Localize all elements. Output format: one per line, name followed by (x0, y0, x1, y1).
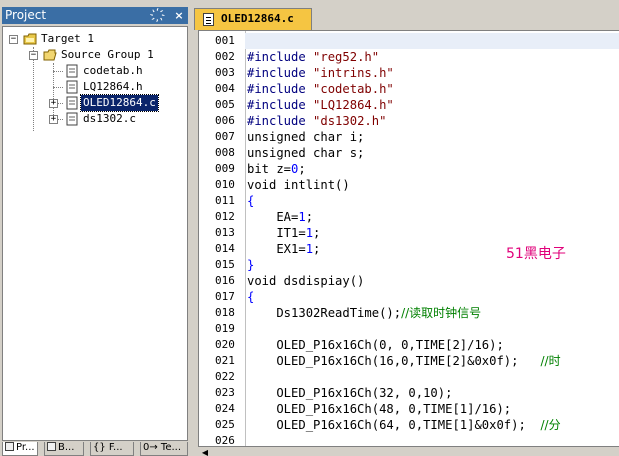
editor-area: OLED12864.c 001 002 003 004 005 006 007 … (190, 0, 619, 456)
code-line: void intlint() (247, 178, 350, 192)
line-number: 019 (215, 322, 235, 335)
expand-icon[interactable]: + (49, 99, 58, 108)
books-tab-icon (47, 442, 56, 451)
tree-label: LQ12864.h (83, 80, 143, 93)
code-line: OLED_P16x16Ch(32, 0,10); (247, 386, 453, 400)
project-title: Project (5, 8, 47, 22)
code-line: IT1=1; (247, 226, 321, 240)
document-icon (203, 13, 214, 26)
project-tree: − Target 1 − Source Group 1 codetab.h LQ… (2, 26, 188, 441)
tree-item-source-group[interactable]: − Source Group 1 (3, 47, 183, 63)
code-line: unsigned char i; (247, 130, 365, 144)
tree-item-file[interactable]: codetab.h (3, 63, 183, 79)
line-number: 018 (215, 306, 235, 319)
tree-item-file[interactable]: + ds1302.c (3, 111, 183, 127)
code-line: #include "LQ12864.h" (247, 98, 394, 112)
line-number: 007 (215, 130, 235, 143)
code-line: unsigned char s; (247, 146, 365, 160)
line-number: 014 (215, 242, 235, 255)
code-line: OLED_P16x16Ch(16,0,TIME[2]&0x0f); //时 (247, 354, 561, 368)
line-number: 021 (215, 354, 235, 367)
tree-item-file-selected[interactable]: + OLED12864.c (3, 94, 183, 112)
code-line: #include "ds1302.h" (247, 114, 387, 128)
gutter-divider (245, 31, 246, 446)
file-tab-title: OLED12864.c (221, 12, 294, 25)
tree-label: ds1302.c (83, 112, 136, 125)
tree-label: Source Group 1 (61, 48, 154, 61)
file-icon (66, 80, 78, 94)
project-panel: Project ҉ × − Target 1 − Source Group 1 (0, 0, 190, 456)
line-number: 009 (215, 162, 235, 175)
code-line: EA=1; (247, 210, 314, 224)
line-number: 001 (215, 34, 235, 47)
tree-label: codetab.h (83, 64, 143, 77)
current-line-highlight (245, 33, 619, 49)
code-line: } (247, 258, 255, 272)
line-number: 024 (215, 402, 235, 415)
code-line: Ds1302ReadTime();//读取时钟信号 (247, 306, 482, 320)
line-number: 020 (215, 338, 235, 351)
target-folder-icon (23, 33, 37, 45)
collapse-icon[interactable]: − (29, 51, 38, 60)
file-tab-oled12864[interactable]: OLED12864.c (194, 8, 312, 30)
file-icon (66, 64, 78, 78)
line-number: 012 (215, 210, 235, 223)
tab-project[interactable]: Pr... (2, 442, 38, 456)
code-editor[interactable]: 001 002 003 004 005 006 007 008 009 010 … (198, 30, 619, 446)
code-line: OLED_P16x16Ch(0, 0,TIME[2]/16); (247, 338, 504, 352)
tree-item-target[interactable]: − Target 1 (3, 31, 183, 47)
code-line: #include "intrins.h" (247, 66, 394, 80)
line-number: 025 (215, 418, 235, 431)
line-number: 008 (215, 146, 235, 159)
line-number: 017 (215, 290, 235, 303)
tab-templates[interactable]: 0→ Te... (140, 442, 188, 456)
tree-label: Target 1 (41, 32, 94, 45)
project-bottom-tabs: Pr... B... {} F... 0→ Te... (0, 441, 190, 456)
file-icon (66, 112, 78, 126)
close-icon[interactable]: × (172, 7, 186, 24)
tree-item-file[interactable]: LQ12864.h (3, 79, 183, 95)
code-line: bit z=0; (247, 162, 306, 176)
file-icon (66, 96, 78, 110)
pin-icon[interactable]: ҉ (156, 7, 170, 24)
line-number: 004 (215, 82, 235, 95)
expand-icon[interactable]: + (49, 115, 58, 124)
horizontal-scrollbar[interactable]: ◀ (198, 446, 619, 456)
line-number: 011 (215, 194, 235, 207)
line-number: 013 (215, 226, 235, 239)
line-number: 006 (215, 114, 235, 127)
project-titlebar: Project ҉ × (2, 7, 188, 24)
line-number: 016 (215, 274, 235, 287)
tab-functions[interactable]: {} F... (90, 442, 134, 456)
code-line: { (247, 194, 255, 208)
code-line: OLED_P16x16Ch(64, 0,TIME[1]&0x0f); //分 (247, 418, 561, 432)
collapse-icon[interactable]: − (9, 35, 18, 44)
code-line: #include "codetab.h" (247, 82, 394, 96)
line-number: 026 (215, 434, 235, 446)
project-tab-icon (5, 442, 14, 451)
line-number: 010 (215, 178, 235, 191)
scroll-left-icon[interactable]: ◀ (200, 448, 210, 456)
open-folder-icon (43, 49, 57, 61)
code-line: void dsdispiay() (247, 274, 365, 288)
line-number: 023 (215, 386, 235, 399)
line-number: 015 (215, 258, 235, 271)
line-number: 005 (215, 98, 235, 111)
watermark-text: 51黑电子 (506, 246, 566, 262)
code-line: #include "reg52.h" (247, 50, 380, 64)
line-number: 003 (215, 66, 235, 79)
tab-books[interactable]: B... (44, 442, 84, 456)
line-number: 022 (215, 370, 235, 383)
code-line: { (247, 290, 255, 304)
code-line: EX1=1; (247, 242, 321, 256)
tree-label: OLED12864.c (80, 94, 159, 112)
code-line: OLED_P16x16Ch(48, 0,TIME[1]/16); (247, 402, 512, 416)
line-number: 002 (215, 50, 235, 63)
